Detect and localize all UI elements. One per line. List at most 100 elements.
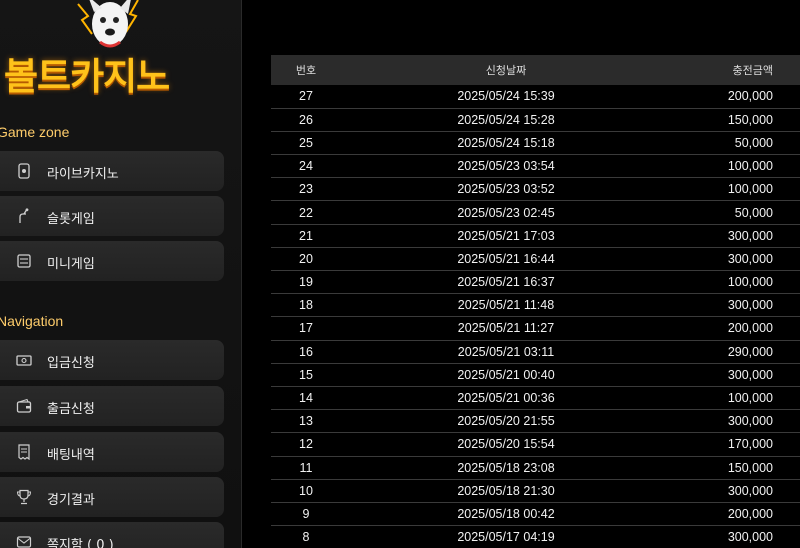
cell-no: 19 <box>299 275 313 290</box>
cell-amount: 300,000 <box>727 251 773 266</box>
slot-lever-icon <box>19 208 29 223</box>
menu-item-messages[interactable]: 쪽지함 ( 0 ) <box>0 522 224 548</box>
message-icon <box>16 536 32 548</box>
cell-no: 16 <box>299 344 313 359</box>
cell-date: 2025/05/18 23:08 <box>457 460 555 475</box>
cell-amount: 50,000 <box>734 205 773 220</box>
header-amount: 충전금액 <box>732 64 773 77</box>
menu-item-deposit[interactable]: 입금신청 <box>0 340 224 380</box>
cell-date: 2025/05/21 11:48 <box>457 298 555 313</box>
cell-date: 2025/05/23 02:45 <box>457 205 555 220</box>
table-row: 20 2025/05/21 16:44 300,000 <box>271 247 800 271</box>
cell-date: 2025/05/23 03:52 <box>457 182 555 197</box>
cell-amount: 300,000 <box>727 483 773 498</box>
menu-item-live-casino[interactable]: 라이브카지노 <box>0 151 224 191</box>
cell-date: 2025/05/23 03:54 <box>457 159 555 174</box>
cell-date: 2025/05/21 00:40 <box>457 367 555 382</box>
table-row: 22 2025/05/23 02:45 50,000 <box>271 201 800 225</box>
cell-no: 15 <box>299 367 313 382</box>
cell-amount: 200,000 <box>727 89 773 104</box>
table-body: 27 2025/05/24 15:39 200,000 26 2025/05/24 15… <box>271 85 800 548</box>
section-label-game-zone: Game zone <box>0 124 70 140</box>
cell-no: 8 <box>302 530 310 545</box>
cell-amount: 200,000 <box>727 506 773 521</box>
menu-item-slot-game[interactable]: 슬롯게임 <box>0 196 224 236</box>
cell-no: 25 <box>299 135 313 150</box>
cell-amount: 200,000 <box>727 321 773 336</box>
cell-amount: 300,000 <box>727 530 773 545</box>
cell-date: 2025/05/21 03:11 <box>457 344 555 359</box>
cell-date: 2025/05/24 15:28 <box>457 112 555 127</box>
cell-amount: 100,000 <box>727 391 773 406</box>
menu-label: 입금신청 <box>47 356 95 371</box>
cell-no: 14 <box>299 391 313 406</box>
menu-label: 미니게임 <box>47 257 95 272</box>
section-label-navigation: Navigation <box>0 313 64 329</box>
cash-icon <box>16 355 32 366</box>
cell-amount: 300,000 <box>727 298 773 313</box>
cell-date: 2025/05/24 15:18 <box>457 135 555 150</box>
table-row: 16 2025/05/21 03:11 290,000 <box>271 340 800 364</box>
table-row: 24 2025/05/23 03:54 100,000 <box>271 155 800 178</box>
trophy-icon <box>16 489 32 505</box>
cell-no: 21 <box>299 228 313 243</box>
cell-date: 2025/05/21 17:03 <box>457 228 555 243</box>
menu-item-mini-game[interactable]: 미니게임 <box>0 241 224 281</box>
cell-no: 18 <box>299 298 313 313</box>
cell-amount: 290,000 <box>727 344 773 359</box>
cell-no: 23 <box>299 182 313 197</box>
table-row: 25 2025/05/24 15:18 50,000 <box>271 131 800 155</box>
cell-date: 2025/05/17 04:19 <box>457 530 555 545</box>
table-row: 17 2025/05/21 11:27 200,000 <box>271 317 800 341</box>
cell-no: 27 <box>299 89 313 104</box>
tablet-icon <box>17 254 31 268</box>
table-row: 14 2025/05/21 00:36 100,000 <box>271 386 800 410</box>
table-row: 9 2025/05/18 00:42 200,000 <box>271 502 800 526</box>
cell-amount: 50,000 <box>734 135 773 150</box>
brand-logo[interactable]: 볼트카지노 <box>0 0 241 110</box>
menu-label: 슬롯게임 <box>47 212 95 227</box>
table-row: 11 2025/05/18 23:08 150,000 <box>271 456 800 480</box>
sidebar: 볼트카지노 Game zone 라이브카지노 슬롯게임 미니게임 Navigat… <box>0 0 242 548</box>
cell-no: 11 <box>299 460 313 475</box>
receipt-icon <box>18 444 30 460</box>
menu-item-game-results[interactable]: 경기결과 <box>0 477 224 517</box>
cell-no: 20 <box>299 251 313 266</box>
header-date: 신청날짜 <box>485 64 527 77</box>
cell-no: 24 <box>299 159 313 174</box>
menu-label: 라이브카지노 <box>47 167 119 182</box>
table-row: 23 2025/05/23 03:52 100,000 <box>271 178 800 201</box>
deposit-history-table: 번호 신청날짜 충전금액 27 2025/05/24 15:39 200,000 26… <box>271 55 800 548</box>
cell-date: 2025/05/21 11:27 <box>457 321 555 336</box>
header-no: 번호 <box>295 64 317 77</box>
table-row: 26 2025/05/24 15:28 150,000 <box>271 108 800 132</box>
cell-date: 2025/05/21 16:44 <box>457 251 555 266</box>
table-row: 18 2025/05/21 11:48 300,000 <box>271 294 800 317</box>
cell-no: 9 <box>302 506 310 521</box>
table-row: 15 2025/05/21 00:40 300,000 <box>271 363 800 387</box>
table-row: 8 2025/05/17 04:19 300,000 <box>271 526 800 548</box>
menu-item-betting-history[interactable]: 배팅내역 <box>0 432 224 472</box>
cell-amount: 300,000 <box>727 414 773 429</box>
cell-amount: 150,000 <box>727 460 773 475</box>
cell-amount: 300,000 <box>727 367 773 382</box>
cell-amount: 150,000 <box>727 112 773 127</box>
cell-no: 22 <box>299 205 313 220</box>
cell-date: 2025/05/24 15:39 <box>457 89 555 104</box>
menu-label: 출금신청 <box>47 402 95 417</box>
table-row: 21 2025/05/21 17:03 300,000 <box>271 224 800 248</box>
logo-text: 볼트카지노 <box>4 55 170 98</box>
menu-label: 경기결과 <box>47 493 95 508</box>
cell-no: 12 <box>299 437 313 452</box>
table-row: 19 2025/05/21 16:37 100,000 <box>271 271 800 294</box>
wallet-icon <box>16 398 32 413</box>
cell-amount: 300,000 <box>727 228 773 243</box>
cell-amount: 100,000 <box>727 182 773 197</box>
table-row: 27 2025/05/24 15:39 200,000 <box>271 85 800 109</box>
menu-item-withdraw[interactable]: 출금신청 <box>0 386 224 426</box>
cell-amount: 170,000 <box>727 437 773 452</box>
table-row: 10 2025/05/18 21:30 300,000 <box>271 479 800 503</box>
cell-date: 2025/05/20 15:54 <box>457 437 555 452</box>
cell-date: 2025/05/21 16:37 <box>457 275 555 290</box>
cell-no: 26 <box>299 112 313 127</box>
